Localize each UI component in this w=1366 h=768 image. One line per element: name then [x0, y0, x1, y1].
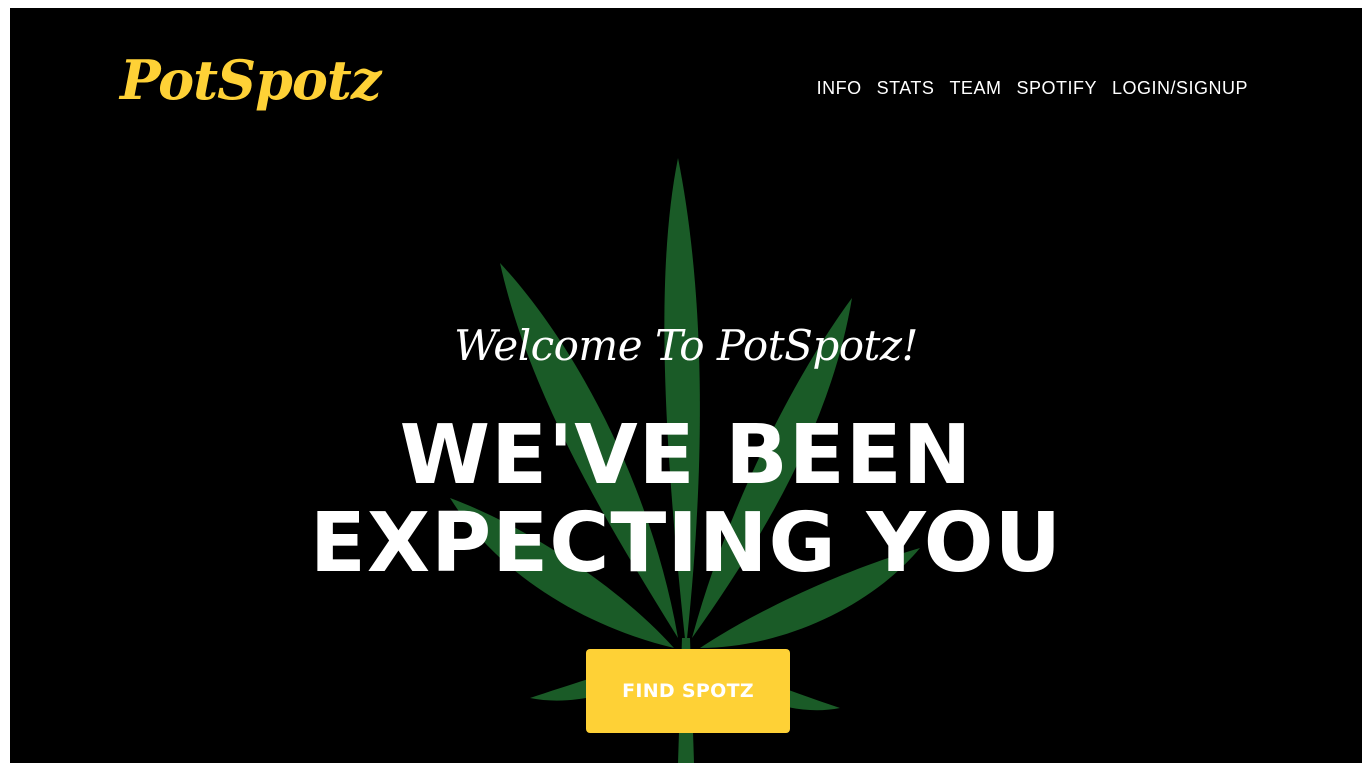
- nav-item-stats: STATS: [862, 77, 935, 99]
- nav-link-info[interactable]: INFO: [802, 77, 862, 99]
- brand-logo[interactable]: PotSpotz: [120, 48, 381, 112]
- nav-link-spotify[interactable]: SPOTIFY: [1001, 77, 1097, 99]
- nav-item-team: TEAM: [934, 77, 1001, 99]
- nav-item-spotify: SPOTIFY: [1001, 77, 1097, 99]
- nav-link-team[interactable]: TEAM: [934, 77, 1001, 99]
- find-spotz-button[interactable]: FIND SPOTZ: [586, 649, 790, 733]
- nav-link-login-signup[interactable]: LOGIN/SIGNUP: [1097, 77, 1248, 99]
- hero-heading: WE'VE BEEN EXPECTING YOU: [309, 408, 1063, 591]
- hero-subheading: Welcome To PotSpotz!: [454, 321, 918, 370]
- nav-menu: INFO STATS TEAM SPOTIFY LOGIN/SIGNUP: [802, 77, 1248, 99]
- page-frame: PotSpotz INFO STATS TEAM SPOTIFY LOGIN/S…: [10, 8, 1362, 763]
- nav-item-info: INFO: [802, 77, 862, 99]
- nav-item-login-signup: LOGIN/SIGNUP: [1097, 77, 1248, 99]
- top-navbar: PotSpotz INFO STATS TEAM SPOTIFY LOGIN/S…: [10, 8, 1362, 178]
- hero-section: Welcome To PotSpotz! WE'VE BEEN EXPECTIN…: [10, 318, 1362, 588]
- nav-link-stats[interactable]: STATS: [862, 77, 935, 99]
